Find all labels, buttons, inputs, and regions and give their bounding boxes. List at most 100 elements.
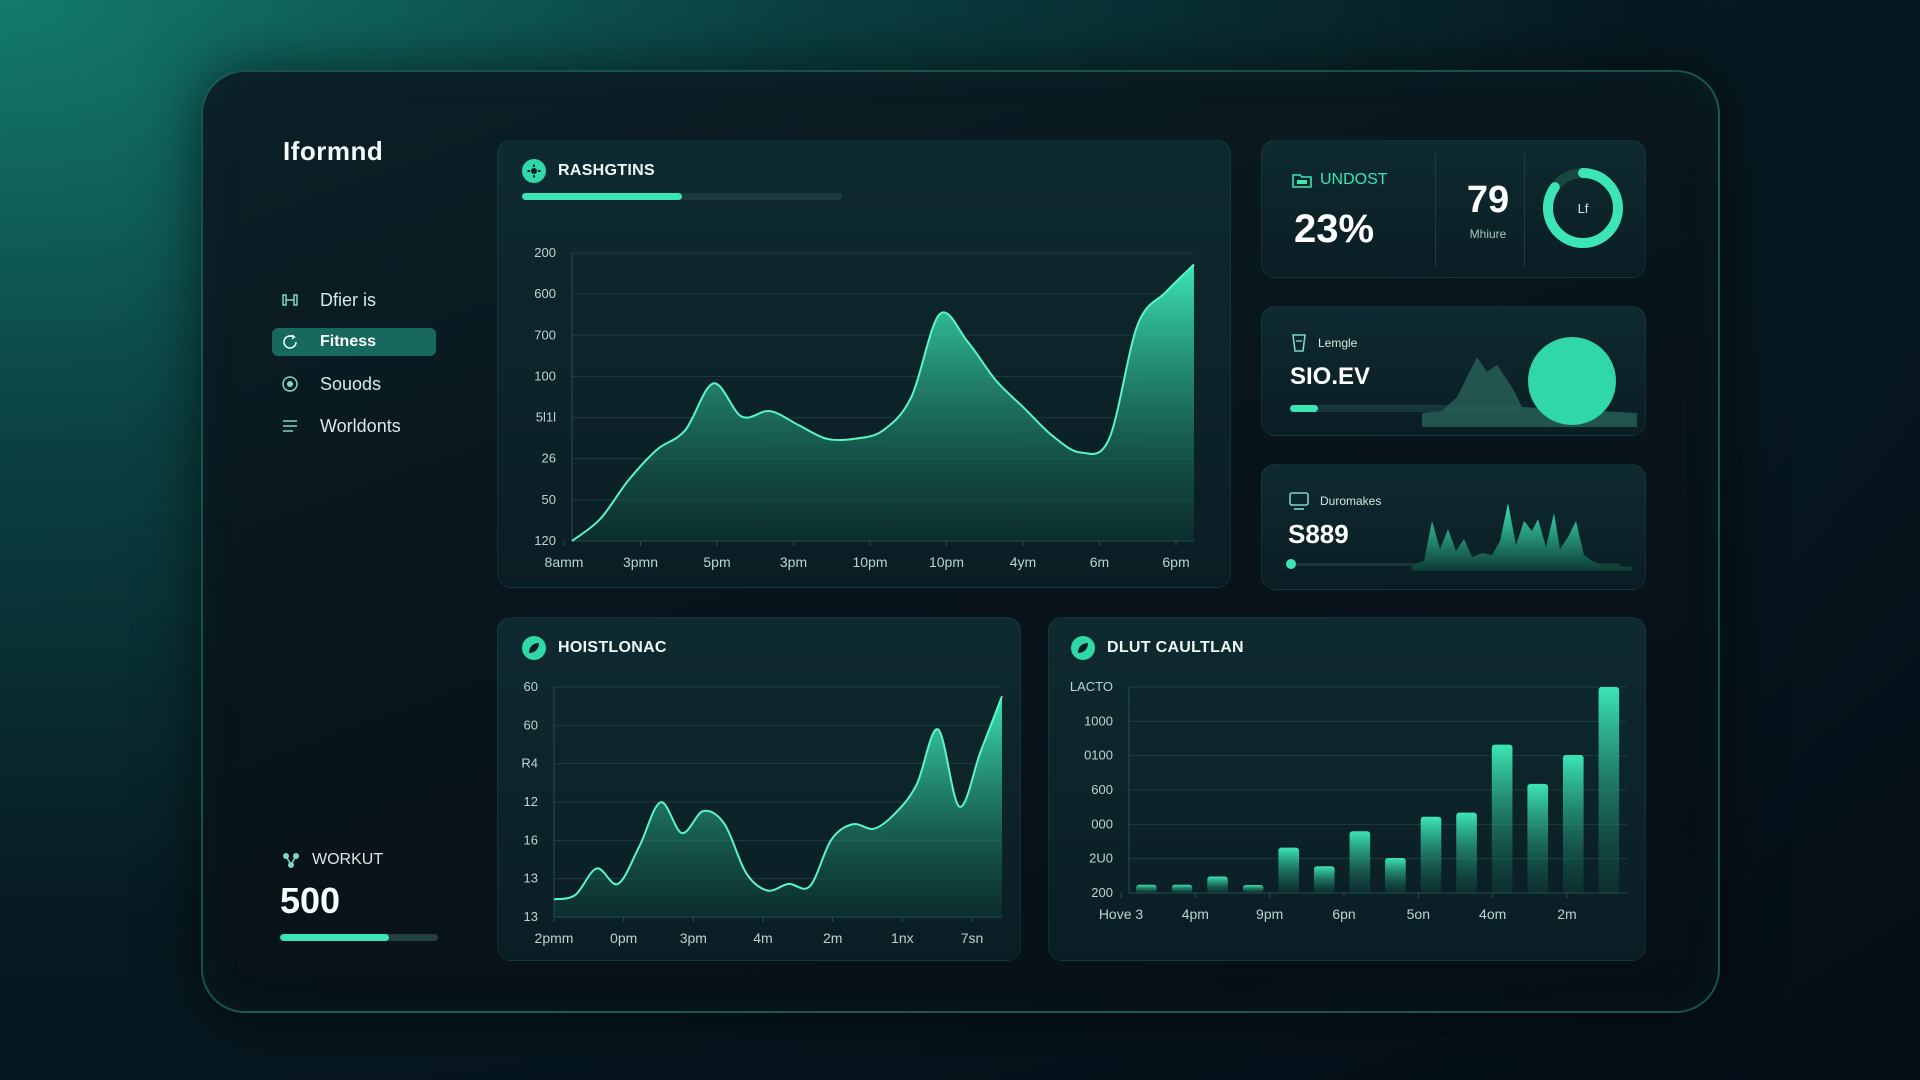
workout-value: 500: [280, 880, 341, 921]
workout-label-row: WORKUT: [280, 850, 440, 870]
sidebar-item-label: Fitness: [320, 333, 377, 350]
main-chart-y-tick: 100: [534, 368, 556, 383]
main-chart-y-tick: 700: [534, 327, 556, 342]
sidebar-item-souods[interactable]: Souods: [272, 370, 436, 398]
dlut-chart-bar: [1278, 847, 1300, 893]
hoist-chart-card: HOISTLONAC 60 60 R4 12 16 13 13 2pmm 0pm 3pm 4m 2m 1…: [497, 617, 1021, 961]
lemgle-label: Lemgle: [1318, 336, 1358, 350]
circle-arrow-icon: [280, 332, 300, 352]
dlut-chart-bar: [1456, 812, 1477, 893]
duromakes-sparkline: [1412, 503, 1632, 571]
stat-card-undost: UNDOST 23% 79 Mhiure Lf: [1261, 140, 1646, 278]
hoist-chart-x-tick: 2pmm: [535, 930, 574, 946]
molecule-icon: [280, 850, 302, 870]
hoist-chart-x-tick: 1nx: [891, 930, 914, 946]
dlut-chart-card: DLUT CAULTLAN LACTO 1000 0100 600 000 2U0 200 H…: [1048, 617, 1646, 961]
clock-icon: [280, 374, 300, 394]
main-chart-y-tick: 600: [534, 286, 556, 301]
main-chart-x-tick: 3pm: [780, 554, 807, 570]
hoist-chart-y-tick: R4: [521, 756, 538, 771]
dlut-chart-bar: [1171, 884, 1193, 893]
progress-ring: Lf: [1543, 168, 1623, 248]
sidebar-item-worldonts[interactable]: Worldonts: [272, 412, 436, 440]
stat-divider: [1435, 153, 1436, 267]
duromakes-label: Duromakes: [1320, 494, 1382, 508]
hoist-chart-x-tick: 0pm: [610, 930, 637, 946]
undost-value: 23%: [1294, 207, 1375, 251]
main-chart-y-tick: 26: [542, 451, 556, 466]
stat-card-lemgle: Lemgle SIO.EV: [1261, 306, 1646, 436]
dlut-chart-x-tick: 9pm: [1256, 906, 1283, 922]
dlut-chart-y-tick: 2U0: [1089, 851, 1113, 866]
hoist-chart-x-tick: 3pm: [680, 930, 707, 946]
dlut-chart-bar: [1527, 783, 1549, 893]
main-chart-x-tick: 5pm: [703, 554, 730, 570]
hoist-chart-y-tick: 12: [524, 794, 538, 809]
dlut-chart-x-tick: 2m: [1557, 906, 1576, 922]
cup-icon: [1290, 333, 1308, 353]
sidebar-item-dfier-is[interactable]: Dfier is: [272, 286, 436, 314]
dlut-chart-bar: [1562, 754, 1584, 893]
dlut-chart-bar: [1349, 831, 1371, 893]
dlut-chart-bar: [1491, 744, 1513, 893]
list-icon: [280, 416, 300, 436]
dlut-chart-bar: [1420, 816, 1442, 893]
main-chart-x-tick: 10pm: [852, 554, 887, 570]
hoist-chart-y-tick: 13: [524, 909, 538, 924]
hoist-chart-x-tick: 7sn: [961, 930, 984, 946]
duromakes-progress-handle[interactable]: [1286, 559, 1296, 569]
lemgle-progress-fill: [1290, 405, 1318, 412]
dlut-chart-y-tick: 000: [1091, 816, 1113, 831]
mhiure-value: 79: [1466, 179, 1510, 221]
lemgle-value: SIO.EV: [1290, 363, 1371, 390]
dlut-chart-y-tick: LACTO: [1070, 679, 1113, 694]
main-chart-y-tick: 50: [542, 492, 556, 507]
dlut-chart-y-tick: 0100: [1084, 748, 1113, 763]
dlut-chart-bar: [1136, 884, 1157, 893]
stat-card-duromakes: Duromakes S889: [1261, 464, 1646, 590]
dlut-chart-x-tick: 6pn: [1332, 906, 1355, 922]
hoist-chart-y-tick: 60: [524, 717, 538, 732]
dlut-chart-y-tick: 1000: [1084, 713, 1113, 728]
ring-label: Lf: [1578, 201, 1589, 216]
dlut-chart-x-tick: 4pm: [1182, 906, 1209, 922]
hoist-area-chart: 60 60 R4 12 16 13 13 2pmm 0pm 3pm 4m 2m 1nx 7sn: [521, 679, 1003, 946]
duromakes-value: S889: [1288, 519, 1349, 549]
stat-divider: [1524, 153, 1525, 267]
main-chart-area: [572, 264, 1194, 541]
dlut-bar-chart: LACTO 1000 0100 600 000 2U0 200 Hove 3 4pm 9pm 6pn…: [1070, 679, 1627, 922]
main-chart-y-tick: 120: [534, 533, 556, 548]
workout-progress-fill: [280, 934, 390, 941]
main-chart-x-tick: 6pm: [1162, 554, 1189, 570]
hoist-chart-x-tick: 2m: [823, 930, 842, 946]
dumbbell-icon: [280, 290, 300, 310]
dlut-chart-x-tick: Hove 3: [1099, 906, 1144, 922]
workout-label: WORKUT: [312, 851, 384, 868]
sidebar-item-label: Souods: [320, 373, 382, 394]
workout-progress-track: [280, 934, 438, 941]
main-chart-x-tick: 4ym: [1010, 554, 1036, 570]
hoist-chart-y-tick: 16: [524, 832, 538, 847]
dlut-chart-x-tick: 5on: [1407, 906, 1430, 922]
dlut-chart-bar: [1313, 866, 1335, 893]
lemgle-orb: [1528, 337, 1616, 425]
dlut-chart-bar: [1598, 687, 1620, 893]
dlut-chart-bar: [1207, 876, 1228, 893]
undost-label-row: UNDOST: [1292, 171, 1388, 189]
monitor-icon: [1288, 491, 1310, 511]
lemgle-sparkline: [1422, 337, 1637, 427]
dlut-chart-bar: [1242, 885, 1264, 893]
main-chart-x-tick: 6m: [1090, 554, 1109, 570]
main-chart-y-tick: 200: [534, 245, 556, 260]
folder-icon: [1292, 171, 1312, 189]
hoist-chart-x-tick: 4m: [753, 930, 772, 946]
brand-logo: Iformnd: [283, 136, 384, 166]
lemgle-label-row: Lemgle: [1290, 333, 1357, 353]
main-chart-x-tick: 3pmn: [623, 554, 658, 570]
sidebar-item-fitness[interactable]: Fitness: [272, 328, 436, 356]
dlut-chart-x-tick: 4om: [1479, 906, 1506, 922]
main-chart-card: RASHGTINS 200 600 700 100 5l1l 26 50 120 8amm 3pm…: [497, 140, 1231, 588]
dlut-chart-y-tick: 600: [1091, 782, 1113, 797]
dlut-chart-y-tick: 200: [1091, 885, 1113, 900]
sidebar-item-label: Dfier is: [320, 289, 377, 310]
